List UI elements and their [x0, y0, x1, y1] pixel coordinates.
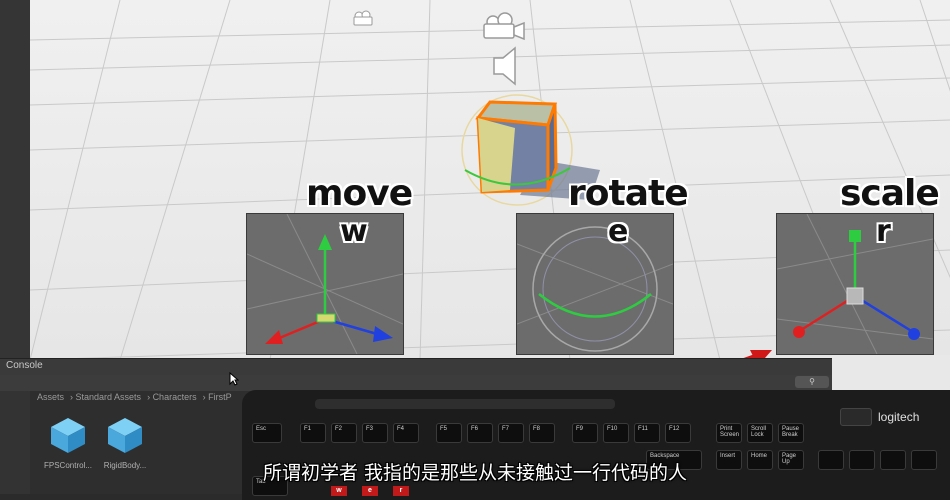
move-label: move [306, 173, 413, 214]
key-f7: F7 [498, 423, 524, 443]
key-f11: F11 [634, 423, 660, 443]
key-w-highlight: w [331, 486, 347, 496]
key-f12: F12 [665, 423, 691, 443]
console-toolbar [0, 375, 832, 391]
breadcrumb-item[interactable]: Standard Assets [76, 392, 142, 402]
key-scroll-lock: Scroll Lock [747, 423, 773, 443]
scale-gizmo-panel [776, 213, 934, 355]
speaker-icon [840, 408, 872, 426]
hierarchy-strip [0, 0, 30, 360]
scale-label: scale [840, 173, 940, 214]
breadcrumb-item[interactable]: Assets [37, 392, 64, 402]
prefab-cube-icon [108, 418, 142, 453]
key-esc: Esc [252, 423, 282, 443]
search-icon[interactable]: ⚲ [795, 376, 829, 388]
mouse-cursor-icon [229, 372, 239, 386]
key-f10: F10 [603, 423, 629, 443]
move-gizmo-panel [246, 213, 404, 355]
rotate-gizmo-panel [516, 213, 674, 355]
key-f6: F6 [467, 423, 493, 443]
rotate-key-label: e [608, 214, 629, 249]
console-header: Console [0, 358, 832, 375]
key-f9: F9 [572, 423, 598, 443]
key-print-screen: Print Screen [716, 423, 742, 443]
keyboard-brand: logitech [878, 410, 920, 424]
breadcrumb-item[interactable]: Characters [153, 392, 197, 402]
key-f4: F4 [393, 423, 419, 443]
key-r-highlight: r [393, 486, 409, 496]
key-f3: F3 [362, 423, 388, 443]
rotation-ring [538, 293, 652, 318]
move-key-label: w [340, 214, 368, 249]
small-camera-icon[interactable] [353, 10, 373, 26]
key-e-highlight: e [362, 486, 378, 496]
tab-console[interactable]: Console [6, 360, 43, 371]
media-keys-strip [315, 399, 615, 409]
key-f5: F5 [436, 423, 462, 443]
key-f2: F2 [331, 423, 357, 443]
background-wall [832, 355, 950, 395]
key-f1: F1 [300, 423, 326, 443]
breadcrumb: Assets › Standard Assets › Characters › Fir… [37, 392, 232, 402]
prefab-cube-icon [51, 418, 85, 453]
video-subtitle: 所谓初学者 我指的是那些从未接触过一行代码的人 [262, 462, 688, 484]
rotate-label: rotate [568, 173, 689, 214]
scale-key-label: r [876, 214, 891, 249]
key-f8: F8 [529, 423, 555, 443]
breadcrumb-item[interactable]: FirstP [208, 392, 232, 402]
key-pause-break: Pause Break [778, 423, 804, 443]
